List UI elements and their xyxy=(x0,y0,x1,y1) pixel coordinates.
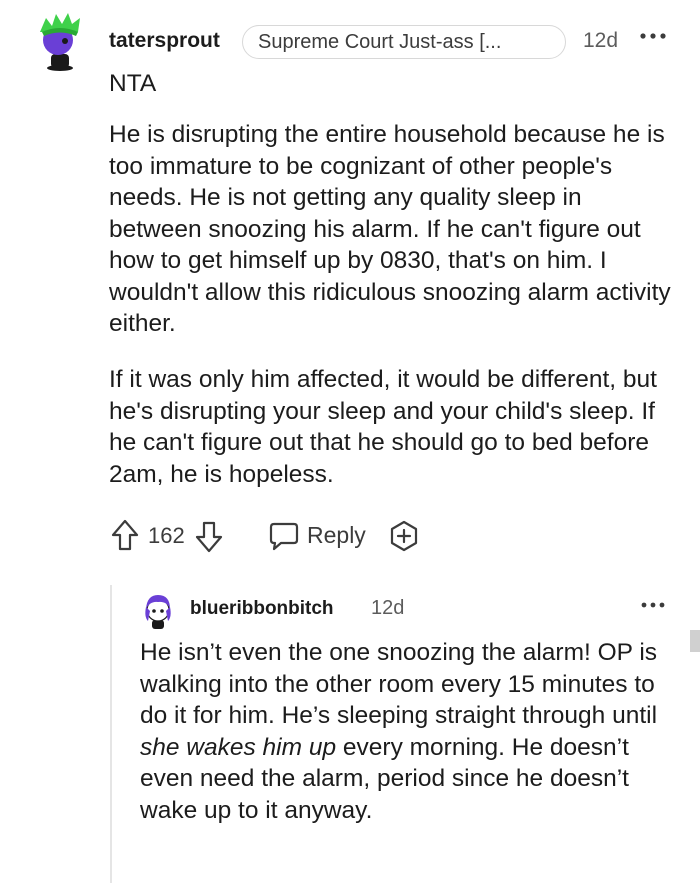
more-options-icon[interactable] xyxy=(639,30,667,42)
reply-text-italic: she wakes him up xyxy=(140,733,337,761)
comment-thread: tatersprout Supreme Court Just-ass [... … xyxy=(0,0,700,883)
comment-timestamp[interactable]: 12d xyxy=(583,29,618,53)
comment-body-paragraph: NTA xyxy=(109,70,157,97)
reply-text-segment: He isn’t even the one snoozing the alarm… xyxy=(140,639,658,729)
speech-bubble-icon[interactable] xyxy=(268,521,300,551)
downvote-arrow-icon[interactable] xyxy=(194,520,224,554)
thread-line[interactable] xyxy=(110,585,112,883)
reply-author[interactable]: blueribbonbitch xyxy=(190,598,334,620)
award-plus-icon[interactable] xyxy=(388,520,420,552)
user-avatar-icon[interactable] xyxy=(32,10,88,72)
reply-button[interactable]: Reply xyxy=(307,522,366,549)
scrollbar-thumb[interactable] xyxy=(690,630,700,652)
upvote-arrow-icon[interactable] xyxy=(110,518,140,552)
comment-body-paragraph: He is disrupting the entire household be… xyxy=(109,121,671,337)
reply-timestamp[interactable]: 12d xyxy=(371,597,404,620)
comment-author[interactable]: tatersprout xyxy=(109,29,220,53)
vote-score: 162 xyxy=(148,523,185,548)
comment-body-paragraph: If it was only him affected, it would be… xyxy=(109,366,657,488)
user-avatar-icon[interactable] xyxy=(140,591,176,631)
reply-body: He isn’t even the one snoozing the alarm… xyxy=(140,637,685,826)
user-flair-badge: Supreme Court Just-ass [... xyxy=(242,25,566,59)
more-options-icon[interactable] xyxy=(640,600,666,610)
